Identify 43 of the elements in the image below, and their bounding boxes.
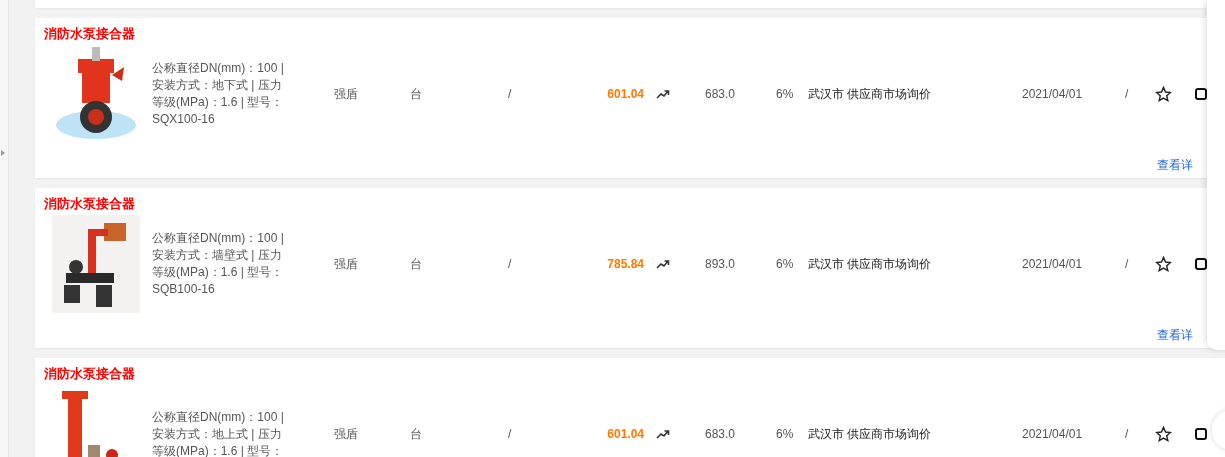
tax-rate-text: 6% (776, 427, 795, 441)
product-title[interactable]: 消防水泵接合器 (44, 365, 135, 383)
details-link[interactable]: 查看详 (1157, 327, 1193, 344)
product-title[interactable]: 消防水泵接合器 (44, 25, 135, 43)
market-price-text: 683.0 (705, 427, 737, 441)
unit-text: 台 (410, 425, 423, 443)
product-specs: 公称直径DN(mm)：100 | 安装方式：地下式 | 压力等级(MPa)：1.6 | 型号：SQX100-16 (152, 60, 285, 128)
collapse-icon[interactable] (1, 150, 5, 156)
date-text: 2021/04/01 (1022, 427, 1084, 441)
trend-up-icon (656, 259, 670, 269)
product-specs: 公称直径DN(mm)：100 | 安装方式：墙壁式 | 压力等级(MPa)：1.6 | 型号：SQB100-16 (152, 230, 285, 298)
star-icon[interactable] (1155, 426, 1172, 442)
date-text: 2021/04/01 (1022, 87, 1084, 101)
market-price-text: 893.0 (705, 257, 737, 271)
price-text: 785.84 (607, 257, 644, 271)
checkbox-icon[interactable] (1195, 428, 1207, 440)
product-title[interactable]: 消防水泵接合器 (44, 195, 135, 213)
source-text: 武汉市 供应商市场询价 (808, 425, 933, 443)
trend-up-icon (656, 429, 670, 439)
slash-text: / (1125, 257, 1130, 271)
slash-text: / (1125, 427, 1130, 441)
price-text: 601.04 (607, 427, 644, 441)
source-text: 武汉市 供应商市场询价 (808, 85, 933, 103)
slash-text: / (508, 427, 513, 441)
brand-text: 强盾 (334, 85, 359, 103)
unit-text: 台 (410, 255, 423, 273)
slash-text: / (1125, 87, 1130, 101)
price-text: 601.04 (607, 87, 644, 101)
brand-text: 强盾 (334, 425, 359, 443)
details-link[interactable]: 查看详 (1157, 157, 1193, 174)
tax-rate-text: 6% (776, 87, 795, 101)
brand-text: 强盾 (334, 255, 359, 273)
tax-rate-text: 6% (776, 257, 795, 271)
source-text: 武汉市 供应商市场询价 (808, 255, 933, 273)
product-specs: 公称直径DN(mm)：100 | 安装方式：地上式 | 压力等级(MPa)：1.6 | 型号： (152, 408, 285, 457)
star-icon[interactable] (1155, 86, 1172, 102)
star-icon[interactable] (1155, 256, 1172, 272)
trend-up-icon (656, 89, 670, 99)
date-text: 2021/04/01 (1022, 257, 1084, 271)
unit-text: 台 (410, 85, 423, 103)
slash-text: / (508, 257, 513, 271)
slash-text: / (508, 87, 513, 101)
market-price-text: 683.0 (705, 87, 737, 101)
